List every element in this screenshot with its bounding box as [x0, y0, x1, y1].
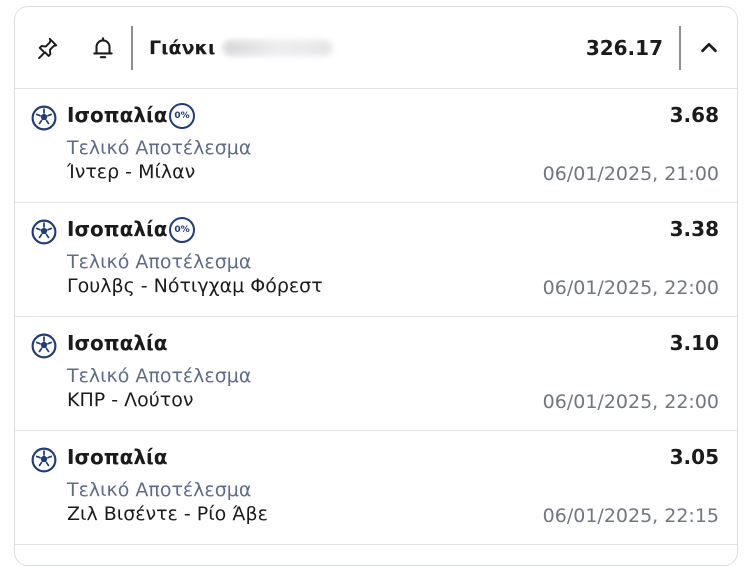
bet-row[interactable]: Ισοπαλία 3.05 Τελικό Αποτέλεσμα Ζιλ Βισέ…: [15, 431, 737, 545]
soccer-ball-icon: [31, 105, 57, 131]
bet-datetime: 06/01/2025, 22:00: [542, 277, 719, 299]
soccer-ball-icon: [31, 447, 57, 473]
betslip-card: Γιάνκι 326.17 Ισοπαλία 0% 3.68 Τελικό Απ…: [14, 6, 738, 566]
bet-type: Τελικό Αποτέλεσμα: [67, 137, 252, 159]
bet-market: Ισοπαλία: [67, 103, 168, 127]
account-name: Γιάνκι: [149, 36, 334, 59]
bet-type: Τελικό Αποτέλεσμα: [67, 479, 252, 501]
bet-market: Ισοπαλία: [67, 217, 168, 241]
bet-odds: 3.05: [669, 445, 719, 469]
soccer-ball-icon: [31, 333, 57, 359]
percent-badge-icon: 0%: [169, 103, 195, 129]
percent-badge-icon: 0%: [169, 217, 195, 243]
bet-match: Ζιλ Βισέντε - Ρίο Άβε: [67, 503, 268, 525]
chevron-up-icon: [701, 42, 717, 52]
redacted-text: [223, 39, 334, 56]
bet-type: Τελικό Αποτέλεσμα: [67, 251, 252, 273]
bell-icon: [93, 36, 113, 58]
bet-odds: 3.38: [669, 217, 719, 241]
bet-datetime: 06/01/2025, 21:00: [542, 163, 719, 185]
pin-button[interactable]: [19, 7, 75, 89]
betslip-header: Γιάνκι 326.17: [15, 7, 737, 89]
bet-market: Ισοπαλία: [67, 331, 168, 355]
bet-market: Ισοπαλία: [67, 445, 168, 469]
header-divider: [131, 25, 133, 70]
bet-match: Γουλβς - Νότιγχαμ Φόρεστ: [67, 275, 323, 297]
bet-match: Ίντερ - Μίλαν: [67, 161, 196, 183]
collapse-button[interactable]: [681, 7, 737, 89]
bet-odds: 3.68: [669, 103, 719, 127]
notifications-button[interactable]: [75, 7, 131, 89]
soccer-ball-icon: [31, 219, 57, 245]
bet-odds: 3.10: [669, 331, 719, 355]
pin-icon: [38, 37, 58, 59]
account-name-text: Γιάνκι: [149, 36, 216, 59]
bet-row[interactable]: Ισοπαλία 0% 3.38 Τελικό Αποτέλεσμα Γουλβ…: [15, 203, 737, 317]
bet-datetime: 06/01/2025, 22:00: [542, 391, 719, 413]
bet-type: Τελικό Αποτέλεσμα: [67, 365, 252, 387]
bet-match: ΚΠΡ - Λούτον: [67, 389, 194, 411]
bet-row[interactable]: Ισοπαλία 3.10 Τελικό Αποτέλεσμα ΚΠΡ - Λο…: [15, 317, 737, 431]
total-amount: 326.17: [585, 35, 663, 60]
bet-datetime: 06/01/2025, 22:15: [542, 505, 719, 527]
bet-row[interactable]: Ισοπαλία 0% 3.68 Τελικό Αποτέλεσμα Ίντερ…: [15, 89, 737, 203]
